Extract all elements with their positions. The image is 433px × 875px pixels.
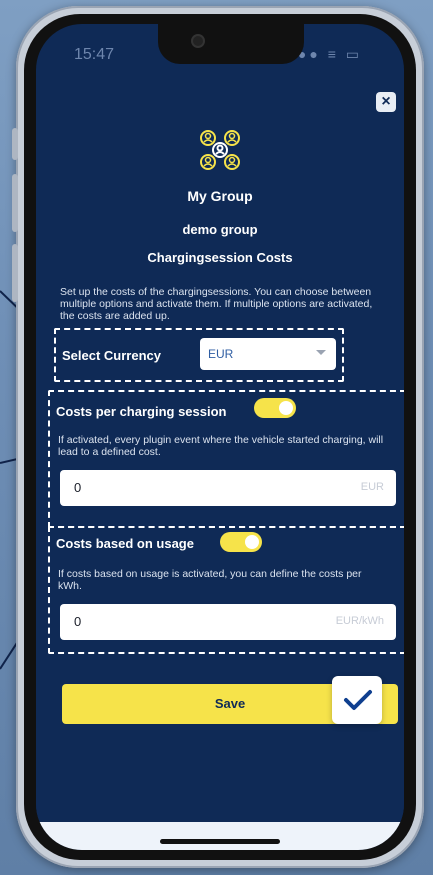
side-button-volume-down	[12, 244, 18, 302]
per-session-cost-value: 0	[74, 480, 82, 495]
toggle-knob	[279, 401, 293, 415]
side-button-volume-up	[12, 174, 18, 232]
usage-cost-unit: EUR/kWh	[335, 615, 384, 627]
section-title: Chargingsession Costs	[147, 250, 293, 265]
bottom-safe-area	[36, 822, 404, 850]
phone-frame: 15:47 ●●● ≡ ▭ × My Group demo group Char…	[12, 6, 424, 868]
side-button-mute	[12, 128, 18, 160]
group-name: demo group	[182, 222, 258, 237]
notch	[158, 24, 304, 64]
checkmark-glyph	[344, 690, 372, 710]
currency-select[interactable]: EUR	[200, 338, 336, 370]
section-description: Set up the costs of the chargingsessions…	[60, 286, 373, 322]
chevron-down-icon	[316, 350, 326, 355]
toggle-knob	[245, 535, 259, 549]
group-icon	[200, 130, 240, 170]
per-session-label: Costs per charging session	[56, 404, 227, 419]
currency-label: Select Currency	[62, 348, 161, 363]
group-label: My Group	[187, 188, 253, 204]
usage-cost-input[interactable]: 0 EUR/kWh	[60, 604, 396, 640]
per-session-cost-unit: EUR	[360, 481, 384, 493]
usage-toggle[interactable]	[220, 532, 262, 552]
usage-label: Costs based on usage	[56, 536, 194, 551]
home-indicator[interactable]	[160, 839, 280, 844]
status-time: 15:47	[74, 46, 115, 63]
currency-selected-value: EUR	[208, 347, 234, 361]
checkmark-icon	[332, 676, 382, 724]
phone-screen: 15:47 ●●● ≡ ▭ × My Group demo group Char…	[36, 24, 404, 850]
usage-cost-value: 0	[74, 614, 82, 629]
camera-icon	[193, 36, 203, 46]
usage-info: If costs based on usage is activated, yo…	[58, 568, 362, 592]
modal-content: × My Group demo group Chargingsession Co…	[36, 80, 404, 822]
per-session-toggle[interactable]	[254, 398, 296, 418]
per-session-info: If activated, every plugin event where t…	[58, 434, 384, 458]
close-button[interactable]: ×	[376, 92, 396, 112]
per-session-cost-input[interactable]: 0 EUR	[60, 470, 396, 506]
